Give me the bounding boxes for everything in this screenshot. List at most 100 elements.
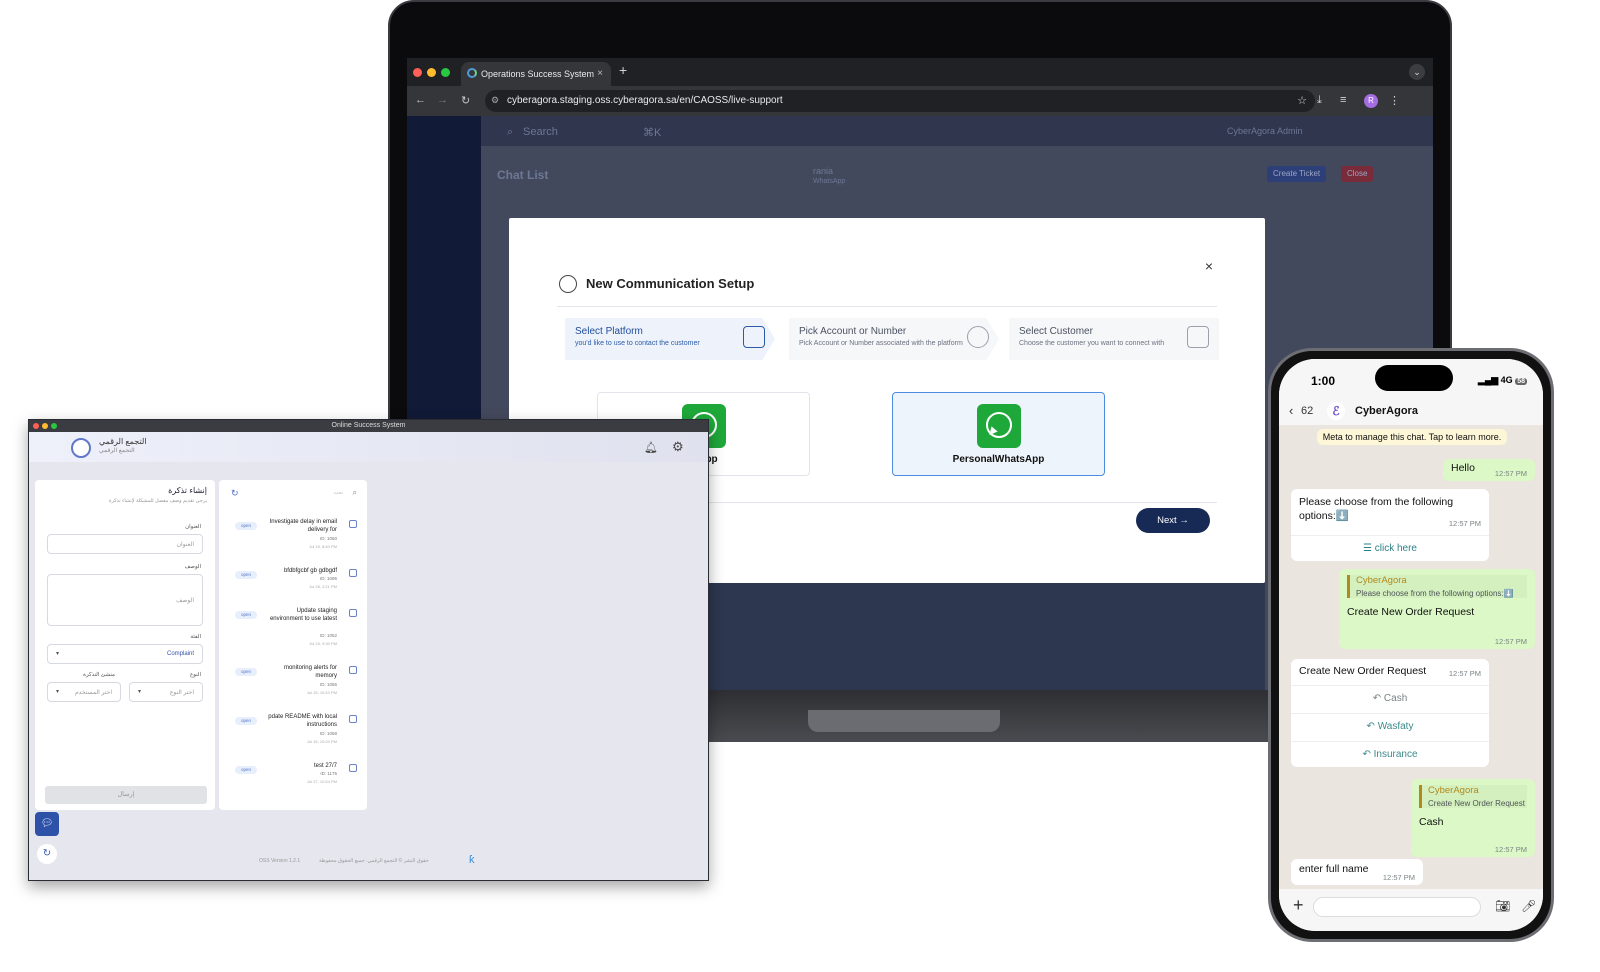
app-search-input[interactable]: Search xyxy=(523,126,558,138)
ticket-detail-icon[interactable] xyxy=(349,569,357,577)
close-window-dot[interactable] xyxy=(413,68,422,77)
message-text: Hello xyxy=(1451,462,1475,474)
forward-arrow-icon[interactable]: → xyxy=(437,94,448,106)
form-title: إنشاء تذكرة xyxy=(168,486,207,495)
message-incoming: enter full name 12:57 PM xyxy=(1291,859,1423,885)
message-incoming: Create New Order Request 12:57 PM ↶ Cash… xyxy=(1291,659,1489,767)
type-select[interactable]: ▾ اختر النوع xyxy=(129,682,203,702)
close-window-dot[interactable] xyxy=(33,423,39,429)
ticket-id: ID: 1052 xyxy=(319,633,337,638)
maximize-window-dot[interactable] xyxy=(441,68,450,77)
ticket-list-item[interactable]: open Update staging environment to use l… xyxy=(219,607,367,655)
browser-tab[interactable]: Operations Success System × xyxy=(461,62,611,86)
refresh-list-icon[interactable]: ↻ xyxy=(231,488,239,499)
click-here-button[interactable]: ☰ click here xyxy=(1291,535,1489,561)
new-tab-button[interactable]: + xyxy=(619,62,627,78)
status-badge: open xyxy=(235,611,257,619)
minimize-window-dot[interactable] xyxy=(42,423,48,429)
contact-avatar[interactable]: ℰ xyxy=(1327,402,1345,420)
footer-copyright: حقوق النشر © التجمع الرقمي. جميع الحقوق … xyxy=(319,858,429,864)
site-settings-icon[interactable]: ⚙ xyxy=(491,95,499,106)
camera-icon[interactable]: 📷︎ xyxy=(1495,899,1510,913)
message-text: Create New Order Request xyxy=(1347,606,1475,618)
chevron-down-icon: ▾ xyxy=(56,689,60,695)
unread-count[interactable]: 62 xyxy=(1301,405,1313,417)
communication-setup-icon xyxy=(559,275,577,293)
close-chat-button[interactable]: Close xyxy=(1341,166,1374,182)
message-input[interactable] xyxy=(1313,897,1481,917)
ticket-id: ID: 1058 xyxy=(319,731,337,736)
customer-list-icon xyxy=(1187,326,1209,348)
quoted-message[interactable]: CyberAgora Please choose from the follow… xyxy=(1347,575,1527,598)
message-time: 12:57 PM xyxy=(1494,469,1527,478)
media-control-icon[interactable]: ≡ xyxy=(1340,94,1346,106)
address-bar[interactable]: ⚙ cyberagora.staging.oss.cyberagora.sa/e… xyxy=(485,90,1315,112)
category-label: الفئة xyxy=(190,634,201,640)
ticket-detail-icon[interactable] xyxy=(349,715,357,723)
quoted-text: Create New Order Request xyxy=(1428,799,1525,808)
step-select-platform[interactable]: Select Platform you'd like to use to con… xyxy=(565,318,775,360)
back-chevron-icon[interactable]: ‹ xyxy=(1289,403,1293,418)
option-label: Wasfaty xyxy=(1377,721,1414,732)
close-modal-icon[interactable]: × xyxy=(1205,258,1213,274)
tab-search-chevron-icon[interactable]: ⌄ xyxy=(1409,64,1425,80)
creator-placeholder: اختر المستخدم xyxy=(74,690,112,696)
message-text: enter full name xyxy=(1299,863,1369,875)
desktop-app-window: Online Success System التجمع الرقمي التج… xyxy=(28,419,709,881)
ticket-detail-icon[interactable] xyxy=(349,520,357,528)
reply-option-insurance[interactable]: ↶ Insurance xyxy=(1291,741,1489,767)
minimize-window-dot[interactable] xyxy=(427,68,436,77)
app-user-name[interactable]: CyberAgora Admin xyxy=(1227,126,1303,136)
status-badge: open xyxy=(235,522,257,530)
list-search-input[interactable]: بحث xyxy=(333,490,343,496)
modal-title: New Communication Setup xyxy=(586,276,755,291)
ticket-id: ID: 1056 xyxy=(319,682,337,687)
whatsapp-icon xyxy=(977,404,1021,448)
quoted-message[interactable]: CyberAgora Create New Order Request xyxy=(1419,785,1527,808)
chat-fab-button[interactable]: 💬︎ xyxy=(35,812,59,836)
step-select-customer[interactable]: Select Customer Choose the customer you … xyxy=(1009,318,1219,360)
creator-select[interactable]: ▾ اختر المستخدم xyxy=(47,682,121,702)
browser-menu-icon[interactable]: ⋮ xyxy=(1389,94,1400,107)
ticket-detail-icon[interactable] xyxy=(349,609,357,617)
ticket-list-item[interactable]: open test 27/7 ID: 1175 Jul 27, 12:54 PM xyxy=(219,762,367,810)
type-placeholder: اختر النوع xyxy=(169,690,194,696)
reply-option-wasfaty[interactable]: ↶ Wasfaty xyxy=(1291,713,1489,739)
maximize-window-dot[interactable] xyxy=(51,423,57,429)
ticket-list-item[interactable]: open Investigate delay in email delivery… xyxy=(219,518,367,566)
ticket-title: bfdbfgcbf gb gdbgdf xyxy=(283,568,337,574)
message-incoming: Please choose from the following options… xyxy=(1291,489,1489,561)
dynamic-island xyxy=(1375,365,1453,391)
download-icon[interactable]: ⤓ xyxy=(1317,94,1322,107)
close-tab-icon[interactable]: × xyxy=(597,68,603,79)
platform-card-personal-whatsapp[interactable]: PersonalWhatsApp xyxy=(892,392,1105,476)
bookmark-star-icon[interactable]: ☆ xyxy=(1297,94,1307,107)
ticket-date: Jul 15, 9:30 PM xyxy=(309,641,337,646)
next-button[interactable]: Next → xyxy=(1136,508,1210,533)
create-ticket-button[interactable]: Create Ticket xyxy=(1267,166,1327,182)
reload-icon[interactable]: ↻ xyxy=(461,94,470,107)
step-pick-account[interactable]: Pick Account or Number Pick Account or N… xyxy=(789,318,999,360)
profile-avatar[interactable]: R xyxy=(1364,94,1378,108)
microphone-icon[interactable]: 🎤︎ xyxy=(1521,899,1536,913)
contact-name[interactable]: CyberAgora xyxy=(1355,405,1418,417)
reply-option-cash[interactable]: ↶ Cash xyxy=(1291,685,1489,711)
ticket-list-item[interactable]: open pdate README with local instruction… xyxy=(219,713,367,761)
back-arrow-icon[interactable]: ← xyxy=(415,94,426,106)
send-button[interactable]: إرسال xyxy=(45,786,207,804)
ticket-detail-icon[interactable] xyxy=(349,666,357,674)
description-textarea[interactable]: الوصف xyxy=(47,574,203,626)
title-input[interactable]: العنوان xyxy=(47,534,203,554)
ticket-list-item[interactable]: open monitoring alerts for memory ID: 10… xyxy=(219,664,367,712)
message-time: 12:57 PM xyxy=(1448,519,1481,528)
phone-screen: 1:00 ▂▄▆ 4G 58 ‹ 62 ℰ CyberAgora Meta to… xyxy=(1279,359,1543,931)
bell-icon[interactable]: 🔔︎ xyxy=(644,441,658,454)
phone-mockup: 1:00 ▂▄▆ 4G 58 ‹ 62 ℰ CyberAgora Meta to… xyxy=(1268,348,1554,942)
category-select[interactable]: ▾ Complaint xyxy=(47,644,203,664)
system-notice[interactable]: Meta to manage this chat. Tap to learn m… xyxy=(1317,429,1507,445)
ticket-detail-icon[interactable] xyxy=(349,764,357,772)
plus-icon[interactable]: + xyxy=(1293,895,1304,916)
refresh-icon[interactable]: ↻ xyxy=(37,844,57,864)
gear-icon[interactable]: ⚙ xyxy=(672,439,684,455)
chevron-down-icon: ▾ xyxy=(56,651,60,657)
